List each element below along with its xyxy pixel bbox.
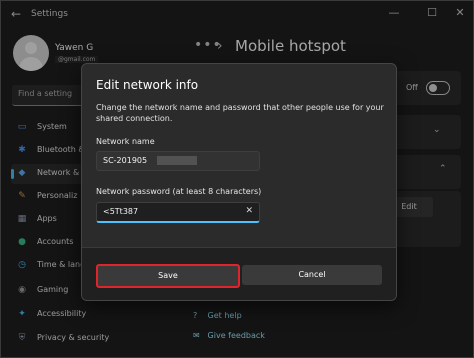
network-name-label: Network name <box>96 137 155 146</box>
clear-icon[interactable]: ✕ <box>245 206 253 216</box>
network-name-value: SC-201905 <box>103 156 148 165</box>
dialog-description: Change the network name and password tha… <box>96 103 384 123</box>
dialog-title: Edit network info <box>96 78 199 92</box>
network-password-label: Network password (at least 8 characters) <box>96 187 262 196</box>
network-name-field[interactable]: SC-201905 <box>96 151 260 171</box>
redaction-blur <box>157 156 197 165</box>
cancel-button[interactable]: Cancel <box>242 265 382 285</box>
save-button[interactable]: Save <box>96 264 240 288</box>
settings-window: ← Settings — ☐ ✕ Yawen G @gmail.com Find… <box>0 0 474 358</box>
network-password-field[interactable]: <5Tt387 ✕ <box>96 202 260 223</box>
dialog-footer: Save Cancel <box>82 247 396 300</box>
network-password-value: <5Tt387 <box>103 207 139 216</box>
edit-network-dialog: Edit network info Change the network nam… <box>81 63 397 301</box>
